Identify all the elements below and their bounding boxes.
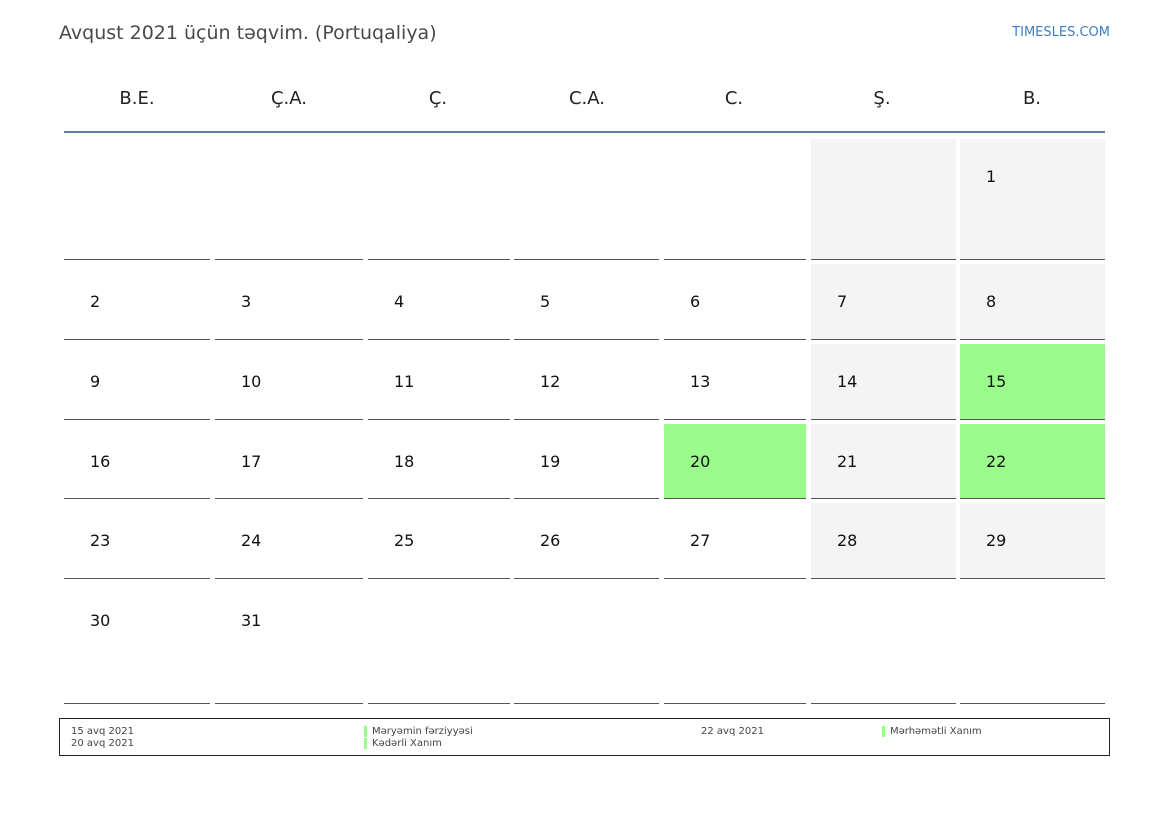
day-cell[interactable]: 4 — [368, 264, 510, 340]
empty-day-cell — [64, 139, 210, 260]
weekday-label: B.E. — [119, 88, 155, 109]
day-number: 22 — [986, 452, 1007, 471]
day-number: 27 — [690, 531, 711, 550]
day-number: 13 — [690, 372, 711, 391]
day-number: 17 — [241, 452, 262, 471]
day-cell[interactable]: 6 — [664, 264, 806, 340]
day-number: 30 — [90, 611, 111, 630]
day-cell[interactable]: 7 — [811, 264, 956, 340]
day-number: 20 — [690, 452, 711, 471]
day-number: 11 — [394, 372, 415, 391]
day-cell[interactable]: 17 — [215, 424, 363, 499]
weekday-label: B. — [1022, 88, 1042, 109]
day-cell[interactable]: 19 — [514, 424, 659, 499]
day-number: 24 — [241, 531, 262, 550]
day-cell[interactable]: 12 — [514, 344, 659, 420]
day-cell[interactable]: 10 — [215, 344, 363, 420]
day-cell[interactable]: 18 — [368, 424, 510, 499]
day-number: 19 — [540, 452, 561, 471]
day-number: 18 — [394, 452, 415, 471]
day-cell[interactable]: 28 — [811, 503, 956, 579]
day-number: 15 — [986, 372, 1007, 391]
day-number: 31 — [241, 611, 262, 630]
holiday-marker — [364, 738, 367, 749]
empty-day-cell — [960, 583, 1105, 704]
day-number: 7 — [837, 292, 848, 311]
day-number: 1 — [986, 167, 997, 186]
day-number: 23 — [90, 531, 111, 550]
day-number: 8 — [986, 292, 997, 311]
legend-date: 20 avq 2021 — [71, 738, 134, 749]
empty-day-cell — [514, 139, 659, 260]
legend-date: 15 avq 2021 — [71, 726, 134, 737]
day-number: 5 — [540, 292, 551, 311]
day-cell[interactable]: 21 — [811, 424, 956, 499]
day-number: 4 — [394, 292, 405, 311]
empty-day-cell — [664, 583, 806, 704]
holiday-marker — [364, 726, 367, 737]
weekday-label: Ç.A. — [270, 88, 307, 109]
brand-link[interactable]: TIMESLES.COM — [1012, 24, 1110, 42]
empty-day-cell — [514, 583, 659, 704]
day-cell[interactable]: 22 — [960, 424, 1105, 499]
day-cell[interactable]: 26 — [514, 503, 659, 579]
day-cell[interactable]: 13 — [664, 344, 806, 420]
empty-day-cell — [811, 139, 956, 260]
day-cell[interactable]: 1 — [960, 139, 1105, 260]
day-number: 21 — [837, 452, 858, 471]
header-divider — [64, 131, 1105, 133]
day-cell[interactable]: 31 — [215, 583, 363, 704]
empty-day-cell — [368, 583, 510, 704]
empty-day-cell — [811, 583, 956, 704]
weekday-label: Ş. — [873, 88, 891, 109]
weekday-label: C.A. — [568, 88, 605, 109]
day-number: 12 — [540, 372, 561, 391]
day-number: 29 — [986, 531, 1007, 550]
day-cell[interactable]: 14 — [811, 344, 956, 420]
day-cell[interactable]: 30 — [64, 583, 210, 704]
day-number: 28 — [837, 531, 858, 550]
day-cell[interactable]: 27 — [664, 503, 806, 579]
day-cell[interactable]: 16 — [64, 424, 210, 499]
legend-date: 22 avq 2021 — [701, 726, 764, 737]
empty-day-cell — [368, 139, 510, 260]
day-number: 16 — [90, 452, 111, 471]
legend-holiday-name: Kədərli Xanım — [372, 738, 442, 749]
weekday-header-row: B.E. Ç.A. Ç. C.A. C. Ş. B. — [64, 80, 1105, 132]
empty-day-cell — [215, 139, 363, 260]
holiday-marker — [882, 726, 885, 737]
day-number: 10 — [241, 372, 262, 391]
day-number: 6 — [690, 292, 701, 311]
day-number: 9 — [90, 372, 101, 391]
day-cell[interactable]: 3 — [215, 264, 363, 340]
day-cell[interactable]: 5 — [514, 264, 659, 340]
page-title: Avqust 2021 üçün təqvim. (Portuqaliya) — [59, 22, 437, 44]
day-cell[interactable]: 24 — [215, 503, 363, 579]
legend-holiday-name: Məryəmin fərziyyəsi — [372, 726, 473, 737]
day-cell[interactable]: 9 — [64, 344, 210, 420]
day-cell[interactable]: 15 — [960, 344, 1105, 420]
day-cell[interactable]: 25 — [368, 503, 510, 579]
legend-holiday-name: Mərhəmətli Xanım — [890, 726, 982, 737]
day-number: 14 — [837, 372, 858, 391]
day-cell[interactable]: 8 — [960, 264, 1105, 340]
weekday-label: C. — [724, 88, 744, 109]
day-cell[interactable]: 29 — [960, 503, 1105, 579]
day-number: 25 — [394, 531, 415, 550]
day-cell[interactable]: 2 — [64, 264, 210, 340]
weekday-label: Ç. — [428, 88, 448, 109]
empty-day-cell — [664, 139, 806, 260]
day-cell[interactable]: 20 — [664, 424, 806, 499]
day-cell[interactable]: 23 — [64, 503, 210, 579]
day-number: 3 — [241, 292, 252, 311]
holiday-legend: 15 avq 2021 20 avq 2021 Məryəmin fərziyy… — [59, 718, 1110, 756]
day-number: 2 — [90, 292, 101, 311]
day-cell[interactable]: 11 — [368, 344, 510, 420]
day-number: 26 — [540, 531, 561, 550]
